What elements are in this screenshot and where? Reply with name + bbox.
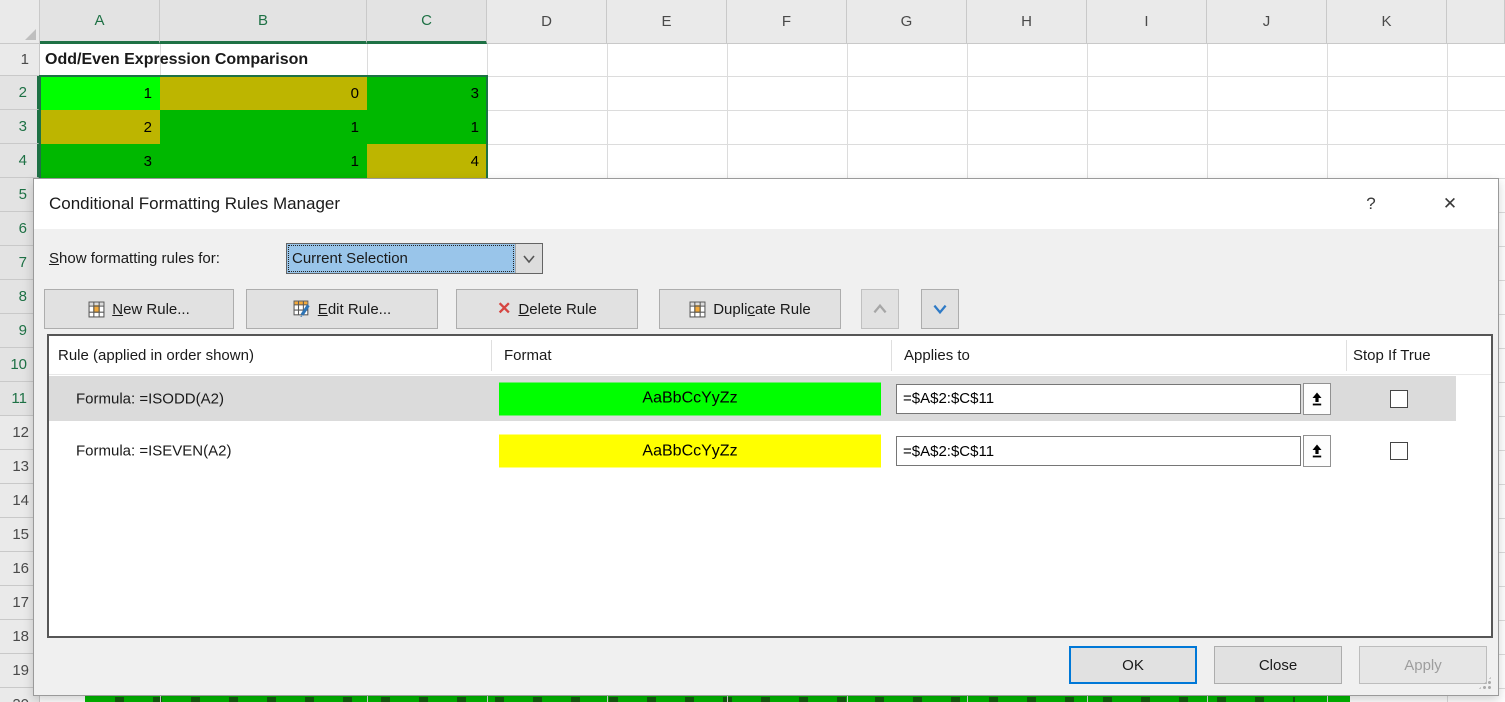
cell-a1-title[interactable]: Odd/Even Expression Comparison xyxy=(45,44,308,76)
duplicate-rule-label: Duplicate Rule xyxy=(713,301,811,318)
app-window: ABCDEFGHIJK 1234567891011121314151617181… xyxy=(0,0,1505,702)
move-rule-down-button[interactable] xyxy=(921,289,959,329)
cell-A3[interactable]: 2 xyxy=(40,110,160,144)
column-header-C[interactable]: C xyxy=(367,0,487,44)
select-all-triangle-icon xyxy=(25,29,36,40)
header-separator xyxy=(1346,340,1347,371)
new-rule-button[interactable]: New Rule... xyxy=(44,289,234,329)
cell-B2[interactable]: 0 xyxy=(160,76,367,110)
apply-button: Apply xyxy=(1359,646,1487,684)
column-header-A[interactable]: A xyxy=(40,0,160,44)
cell-A2[interactable]: 1 xyxy=(40,76,160,110)
header-separator xyxy=(891,340,892,371)
edit-rule-label: Edit Rule... xyxy=(318,301,391,318)
cell-B3[interactable]: 1 xyxy=(160,110,367,144)
col-stop-header: Stop If True xyxy=(1353,336,1431,374)
chevron-up-icon xyxy=(871,302,889,316)
new-rule-grid-icon xyxy=(88,301,105,318)
column-header-I[interactable]: I xyxy=(1087,0,1207,44)
show-rules-for-dropdown[interactable]: Current Selection xyxy=(286,243,543,274)
dialog-title: Conditional Formatting Rules Manager xyxy=(49,179,340,229)
column-header-G[interactable]: G xyxy=(847,0,967,44)
delete-rule-button[interactable]: ✕ Delete Rule xyxy=(456,289,638,329)
rule-row[interactable]: Formula: =ISODD(A2) AaBbCcYyZz xyxy=(49,376,1491,421)
row20-text-tops xyxy=(115,697,1295,702)
cell-B4[interactable]: 1 xyxy=(160,144,367,178)
column-header-E[interactable]: E xyxy=(607,0,727,44)
cell-C2[interactable]: 3 xyxy=(367,76,487,110)
header-separator xyxy=(491,340,492,371)
edit-rule-button[interactable]: Edit Rule... xyxy=(246,289,438,329)
column-header-F[interactable]: F xyxy=(727,0,847,44)
close-icon[interactable]: ✕ xyxy=(1435,179,1465,229)
duplicate-rule-button[interactable]: Duplicate Rule xyxy=(659,289,841,329)
edit-rule-grid-pencil-icon xyxy=(293,300,311,318)
chevron-down-icon xyxy=(522,253,536,265)
rules-list: Rule (applied in order shown) Format App… xyxy=(47,334,1493,638)
stop-if-true-checkbox[interactable] xyxy=(1390,390,1408,408)
column-header-B[interactable]: B xyxy=(160,0,367,44)
column-header-H[interactable]: H xyxy=(967,0,1087,44)
duplicate-rule-grid-icon xyxy=(689,301,706,318)
chevron-down-icon xyxy=(931,302,949,316)
row-header-1[interactable]: 1 xyxy=(0,44,40,76)
rules-list-header: Rule (applied in order shown) Format App… xyxy=(49,336,1491,375)
cell-A4[interactable]: 3 xyxy=(40,144,160,178)
range-picker-button[interactable] xyxy=(1303,383,1331,415)
format-preview-swatch: AaBbCcYyZz xyxy=(499,382,881,415)
delete-rule-label: Delete Rule xyxy=(518,301,596,318)
select-all-corner[interactable] xyxy=(0,0,40,44)
row-header-3[interactable]: 3 xyxy=(0,110,40,144)
close-button[interactable]: Close xyxy=(1214,646,1342,684)
cell-C3[interactable]: 1 xyxy=(367,110,487,144)
column-header-K[interactable]: K xyxy=(1327,0,1447,44)
cell-C4[interactable]: 4 xyxy=(367,144,487,178)
move-rule-up-button[interactable] xyxy=(861,289,899,329)
row-header-2[interactable]: 2 xyxy=(0,76,40,110)
rule-row[interactable]: Formula: =ISEVEN(A2) AaBbCcYyZz xyxy=(49,424,1491,478)
rule-formula-text: Formula: =ISODD(A2) xyxy=(76,390,224,407)
dropdown-selected-value: Current Selection xyxy=(287,244,515,273)
ok-button[interactable]: OK xyxy=(1069,646,1197,684)
dropdown-button[interactable] xyxy=(515,244,542,273)
show-formatting-rules-label: Show formatting rules for: xyxy=(49,243,220,274)
column-header-partial[interactable] xyxy=(1447,0,1505,44)
column-header-J[interactable]: J xyxy=(1207,0,1327,44)
column-header-D[interactable]: D xyxy=(487,0,607,44)
col-applies-header: Applies to xyxy=(904,336,970,374)
format-preview-swatch: AaBbCcYyZz xyxy=(499,435,881,468)
col-format-header: Format xyxy=(504,336,552,374)
rule-formula-text: Formula: =ISEVEN(A2) xyxy=(76,443,231,460)
conditional-formatting-rules-manager-dialog: Conditional Formatting Rules Manager ? ✕… xyxy=(33,178,1499,696)
range-picker-button[interactable] xyxy=(1303,435,1331,467)
collapse-dialog-icon xyxy=(1310,443,1324,459)
collapse-dialog-icon xyxy=(1310,391,1324,407)
delete-x-icon: ✕ xyxy=(497,299,511,319)
stop-if-true-checkbox[interactable] xyxy=(1390,442,1408,460)
new-rule-label: New Rule... xyxy=(112,301,190,318)
help-icon[interactable]: ? xyxy=(1356,179,1386,229)
applies-to-input[interactable] xyxy=(896,384,1301,414)
col-rule-header: Rule (applied in order shown) xyxy=(58,336,254,374)
applies-to-input[interactable] xyxy=(896,436,1301,466)
row-header-4[interactable]: 4 xyxy=(0,144,40,178)
